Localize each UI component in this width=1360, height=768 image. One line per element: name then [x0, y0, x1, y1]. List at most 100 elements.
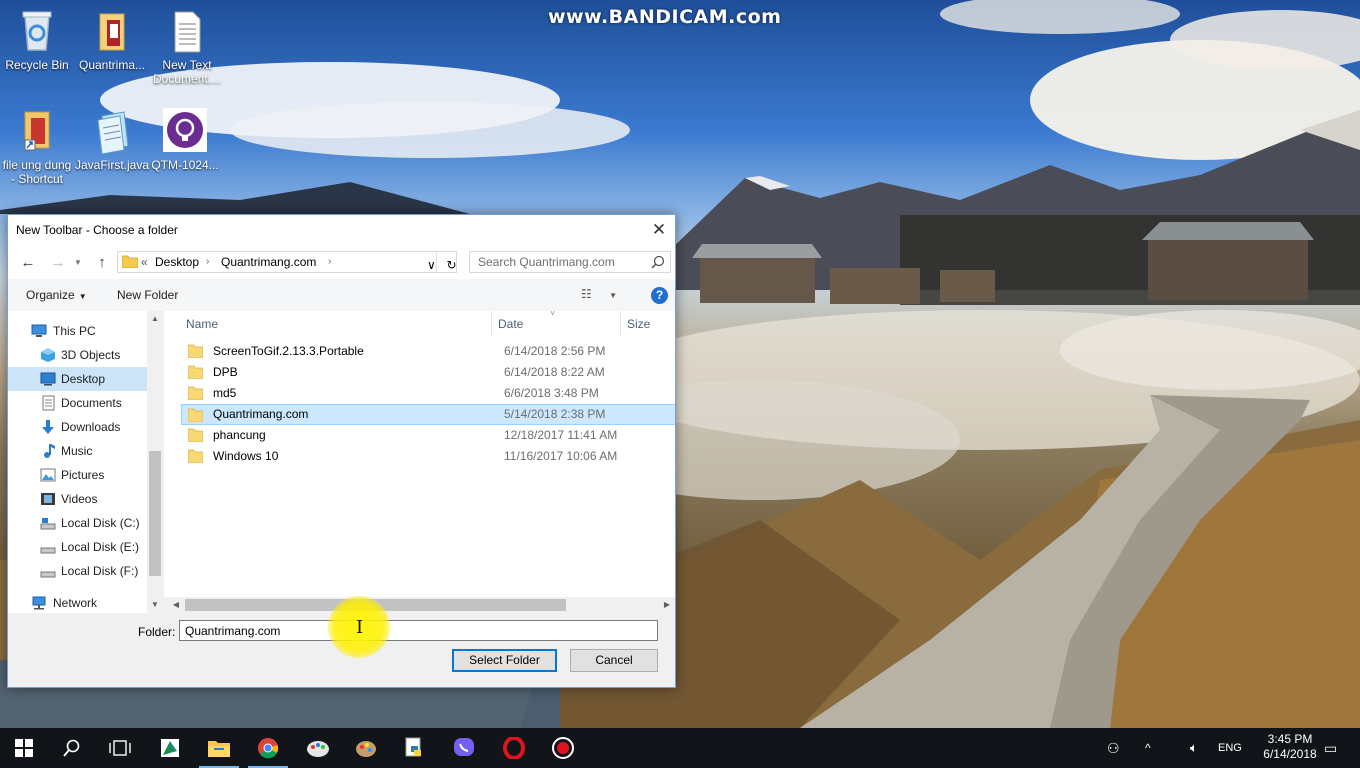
nav-item-videos[interactable]: Videos: [8, 487, 147, 511]
taskbar-app-1[interactable]: [146, 728, 194, 768]
navigation-scrollbar[interactable]: ▲ ▼: [147, 311, 162, 613]
folder-date: 5/14/2018 2:38 PM: [504, 407, 606, 421]
desktop-icon-quantrimang[interactable]: Quantrima...: [75, 8, 149, 72]
scroll-right-icon[interactable]: ▶: [659, 597, 675, 613]
taskbar-viber[interactable]: [440, 728, 488, 768]
volume-button[interactable]: 🔈︎: [1190, 728, 1208, 768]
record-icon: [552, 737, 574, 759]
desktop-icon-label: JavaFirst.java: [75, 158, 150, 172]
address-dropdown-button[interactable]: ∨: [420, 252, 436, 272]
taskbar-clock[interactable]: 3:45 PM 6/14/2018: [1262, 732, 1318, 762]
desktop-icon-label: Quantrima...: [78, 58, 146, 72]
column-header-size[interactable]: Size: [621, 311, 675, 337]
nav-item-documents[interactable]: Documents: [8, 391, 147, 415]
nav-item-this-pc[interactable]: This PC: [8, 319, 147, 343]
nav-item-3d-objects[interactable]: 3D Objects: [8, 343, 147, 367]
folder-row[interactable]: md5 6/6/2018 3:48 PM: [182, 383, 675, 404]
taskbar-opera[interactable]: [490, 728, 538, 768]
column-header-date[interactable]: Date ˅: [492, 311, 620, 337]
nav-item-downloads[interactable]: Downloads: [8, 415, 147, 439]
people-button[interactable]: ⚇: [1107, 728, 1131, 768]
taskbar-bandicam[interactable]: [539, 728, 587, 768]
folder-row[interactable]: ScreenToGif.2.13.3.Portable 6/14/2018 2:…: [182, 341, 675, 362]
desktop-icon-label: file ung dung - Shortcut: [2, 158, 72, 186]
nav-item-network[interactable]: Network: [8, 591, 147, 613]
taskbar-file-explorer[interactable]: [195, 728, 243, 768]
horizontal-scrollbar[interactable]: ◀ ▶: [164, 597, 675, 613]
music-icon: [44, 444, 55, 458]
folder-name: phancung: [213, 428, 266, 442]
help-button[interactable]: ?: [651, 287, 668, 304]
scroll-up-icon[interactable]: ▲: [147, 311, 162, 327]
show-hidden-icons-button[interactable]: ^: [1145, 728, 1161, 768]
paint-icon: [307, 741, 329, 757]
refresh-button[interactable]: ↻: [436, 252, 457, 272]
opera-icon: [503, 736, 525, 760]
recent-locations-button[interactable]: ▼: [72, 253, 84, 273]
new-folder-button[interactable]: New Folder: [117, 288, 178, 302]
nav-item-desktop[interactable]: Desktop: [8, 367, 147, 391]
start-button[interactable]: [0, 728, 48, 768]
nav-item-local-disk-c[interactable]: Local Disk (C:): [8, 511, 147, 535]
column-header-name[interactable]: Name: [164, 311, 491, 337]
task-view-icon: [109, 740, 131, 756]
scroll-left-icon[interactable]: ◀: [168, 597, 184, 613]
folder-row-selected[interactable]: Quantrimang.com 5/14/2018 2:38 PM: [181, 404, 675, 425]
taskbar-app-palette[interactable]: [342, 728, 390, 768]
search-box[interactable]: Search Quantrimang.com: [469, 251, 671, 273]
choose-folder-dialog: New Toolbar - Choose a folder ✕ ← → ▼ ↑ …: [7, 214, 676, 688]
scrollbar-thumb[interactable]: [185, 599, 566, 611]
address-bar[interactable]: « Desktop › Quantrimang.com › ∨ ↻: [117, 251, 457, 273]
task-view-button[interactable]: [96, 728, 144, 768]
nav-item-pictures[interactable]: Pictures: [8, 463, 147, 487]
folder-row[interactable]: DPB 6/14/2018 8:22 AM: [182, 362, 675, 383]
chevron-right-icon[interactable]: ›: [206, 256, 209, 267]
sort-indicator-icon: ˅: [550, 311, 556, 318]
network-icon: [32, 596, 46, 610]
desktop-icon-qtm[interactable]: QTM-1024...: [148, 108, 222, 172]
search-button[interactable]: [48, 728, 96, 768]
desktop-icon-recycle-bin[interactable]: Recycle Bin: [0, 8, 74, 72]
nav-item-local-disk-e[interactable]: Local Disk (E:): [8, 535, 147, 559]
breadcrumb-quantrimang[interactable]: Quantrimang.com: [221, 255, 316, 269]
desktop-icon-label: Recycle Bin: [5, 58, 69, 72]
action-center-button[interactable]: ▭: [1324, 728, 1344, 768]
arrow-left-icon: ←: [20, 254, 36, 271]
view-options-button[interactable]: ☷ ▼: [581, 287, 621, 303]
this-pc-icon: [31, 324, 47, 337]
folder-input[interactable]: Quantrimang.com: [179, 620, 658, 641]
back-button[interactable]: ←: [18, 253, 38, 273]
input-language-button[interactable]: ENG: [1218, 728, 1248, 768]
scroll-down-icon[interactable]: ▼: [147, 597, 162, 613]
cancel-button[interactable]: Cancel: [570, 649, 658, 672]
3d-objects-icon: [41, 348, 55, 362]
close-button[interactable]: ✕: [643, 215, 675, 246]
arrow-right-icon: →: [50, 254, 66, 271]
taskbar-app-python[interactable]: [390, 728, 438, 768]
forward-button[interactable]: →: [48, 253, 68, 273]
scrollbar-thumb[interactable]: [149, 451, 161, 576]
address-overflow[interactable]: «: [141, 255, 148, 269]
arrow-up-icon: ↑: [98, 254, 106, 271]
folder-label: Folder:: [138, 625, 176, 639]
folder-row[interactable]: Windows 10 11/16/2017 10:06 AM: [182, 446, 675, 467]
folder-row[interactable]: phancung 12/18/2017 11:41 AM: [182, 425, 675, 446]
taskbar-app-paint[interactable]: [294, 728, 342, 768]
python-file-icon: [405, 737, 421, 757]
up-button[interactable]: ↑: [92, 253, 112, 273]
organize-label: Organize: [26, 288, 75, 302]
breadcrumb-desktop[interactable]: Desktop: [155, 255, 199, 269]
column-header-label: Name: [186, 317, 219, 331]
nav-item-local-disk-f[interactable]: Local Disk (F:): [8, 559, 147, 583]
desktop-icon-file-shortcut[interactable]: file ung dung - Shortcut: [0, 108, 74, 186]
dialog-titlebar[interactable]: New Toolbar - Choose a folder ✕: [8, 215, 675, 246]
taskbar-chrome[interactable]: [244, 728, 292, 768]
navigation-bar: ← → ▼ ↑ « Desktop › Quantrimang.com › ∨ …: [8, 246, 675, 279]
desktop-icon-javafirst[interactable]: JavaFirst.java: [75, 108, 149, 172]
desktop-icon-new-text-document[interactable]: New Text Document....: [150, 8, 224, 86]
chevron-right-icon[interactable]: ›: [328, 256, 331, 267]
organize-button[interactable]: Organize ▼: [26, 288, 87, 302]
nav-item-label: This PC: [53, 324, 96, 338]
select-folder-button[interactable]: Select Folder: [452, 649, 557, 672]
nav-item-music[interactable]: Music: [8, 439, 147, 463]
